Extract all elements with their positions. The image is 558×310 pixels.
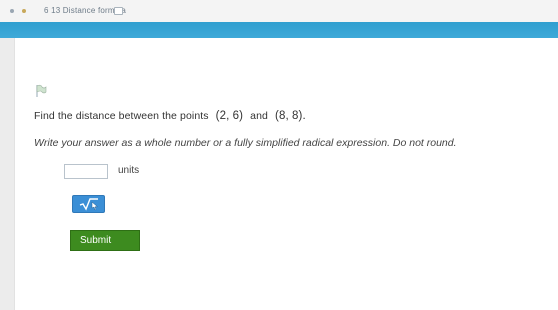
header-band xyxy=(0,22,558,38)
question-prefix: Find the distance between the points xyxy=(34,110,209,122)
flag-icon[interactable] xyxy=(34,84,48,98)
square-root-icon xyxy=(79,198,99,211)
bullet-icon xyxy=(10,9,14,13)
submit-button[interactable]: Submit xyxy=(70,230,140,251)
star-icon xyxy=(22,9,26,13)
question-text: Find the distance between the points (2,… xyxy=(34,110,306,122)
answer-instructions: Write your answer as a whole number or a… xyxy=(34,137,457,149)
external-icon[interactable] xyxy=(114,7,123,15)
question-connector: and xyxy=(250,110,268,122)
square-root-button[interactable] xyxy=(72,195,105,213)
point-1: (2, 6) xyxy=(215,110,244,122)
top-toolbar: 6 13 Distance formula xyxy=(0,0,558,23)
units-label: units xyxy=(118,165,140,176)
answer-input[interactable] xyxy=(64,164,108,179)
point-2: (8, 8). xyxy=(275,110,306,122)
